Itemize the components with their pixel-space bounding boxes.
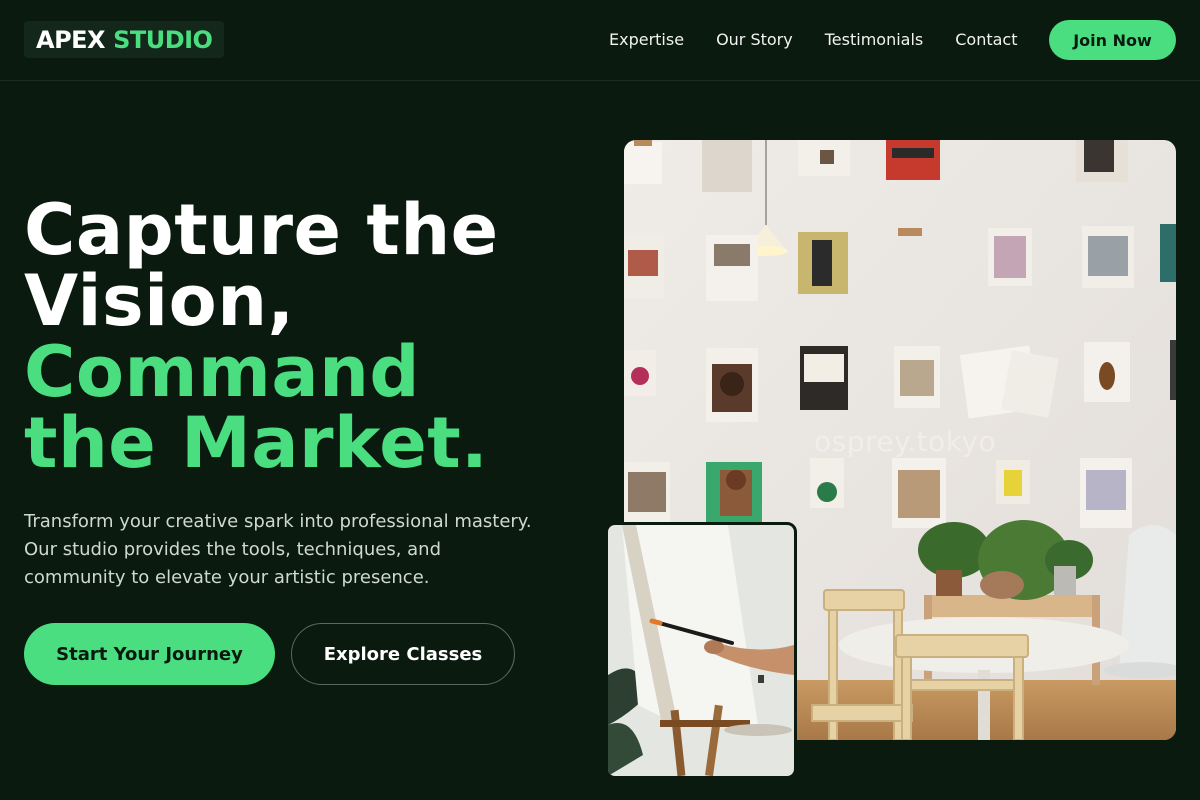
logo[interactable]: APEX STUDIO [24, 21, 225, 58]
site-header: APEX STUDIO Expertise Our Story Testimon… [0, 0, 1200, 81]
join-now-button[interactable]: Join Now [1049, 20, 1176, 60]
hero-description: Transform your creative spark into profe… [24, 508, 554, 592]
hero-description-line-2: Our studio provides the tools, technique… [24, 539, 442, 560]
main-nav: Expertise Our Story Testimonials Contact [609, 29, 1017, 51]
nav-link-expertise[interactable]: Expertise [609, 29, 684, 51]
logo-word-apex: APEX [36, 25, 106, 54]
hero-description-line-1: Transform your creative spark into profe… [24, 511, 532, 532]
nav-link-contact[interactable]: Contact [955, 29, 1017, 51]
logo-word-studio: STUDIO [113, 25, 213, 54]
nav-link-testimonials[interactable]: Testimonials [825, 29, 924, 51]
image-watermark: osprey.tokyo [814, 425, 997, 458]
start-journey-button[interactable]: Start Your Journey [24, 623, 275, 685]
hero-headline: Capture the Vision, Command the Market. [24, 195, 604, 479]
painter-photo [605, 522, 797, 779]
headline-line-2: Vision, [24, 260, 295, 342]
headline-line-3: Command [24, 331, 421, 413]
hero-description-line-3: community to elevate your artistic prese… [24, 567, 430, 588]
explore-classes-button[interactable]: Explore Classes [291, 623, 515, 685]
nav-link-our-story[interactable]: Our Story [716, 29, 793, 51]
painter-photo-illustration [608, 525, 794, 776]
headline-line-1: Capture the [24, 189, 499, 271]
headline-line-4: the Market. [24, 402, 489, 484]
